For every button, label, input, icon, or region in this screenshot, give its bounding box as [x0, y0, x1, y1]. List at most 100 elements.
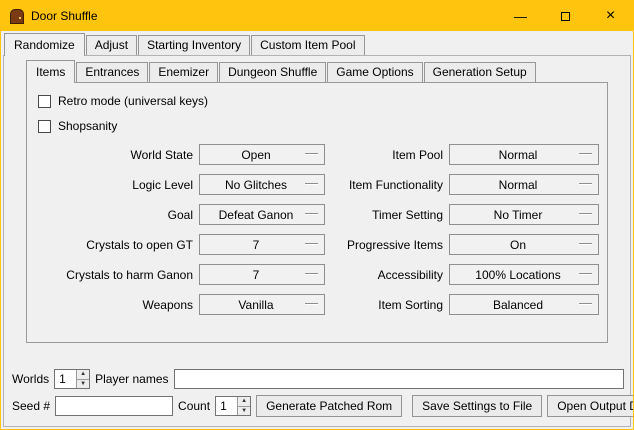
titlebar: Door Shuffle — ×	[1, 1, 633, 31]
player-names-input[interactable]	[174, 369, 625, 389]
worlds-label: Worlds	[12, 372, 49, 386]
seed-row: Seed # Count 1 ▲ ▼ Generate Patched Rom …	[12, 395, 624, 417]
item-sorting-dropdown[interactable]: Balanced	[449, 294, 599, 315]
door-knob-icon	[19, 17, 21, 19]
minimize-icon: —	[514, 9, 527, 24]
dropdown-indicator-icon	[579, 273, 592, 275]
item-pool-dropdown[interactable]: Normal	[449, 144, 599, 165]
crystals-ganon-label: Crystals to harm Ganon	[61, 268, 193, 282]
count-value: 1	[216, 397, 237, 415]
maximize-icon	[561, 12, 570, 21]
seed-label: Seed #	[12, 399, 50, 413]
worlds-value: 1	[55, 370, 76, 388]
worlds-stepper-buttons: ▲ ▼	[76, 370, 89, 388]
worlds-row: Worlds 1 ▲ ▼ Player names	[12, 369, 624, 389]
maximize-button[interactable]	[543, 1, 588, 31]
checkbox-icon	[38, 120, 51, 133]
crystals-ganon-dropdown[interactable]: 7	[199, 264, 325, 285]
tab-custom-item-pool[interactable]: Custom Item Pool	[251, 35, 364, 55]
timer-setting-value: No Timer	[494, 208, 543, 222]
worlds-stepper[interactable]: 1 ▲ ▼	[54, 369, 90, 389]
dropdown-indicator-icon	[579, 303, 592, 305]
inner-tab-bar: Items Entrances Enemizer Dungeon Shuffle…	[26, 60, 630, 82]
settings-grid: World State Open Item Pool Normal Logic …	[35, 144, 599, 315]
item-pool-label: Item Pool	[331, 148, 443, 162]
generate-patched-rom-button[interactable]: Generate Patched Rom	[256, 395, 402, 417]
open-output-directory-button[interactable]: Open Output Directory	[547, 395, 634, 417]
count-stepper[interactable]: 1 ▲ ▼	[215, 396, 251, 416]
dropdown-indicator-icon	[305, 213, 318, 215]
spin-up-icon[interactable]: ▲	[76, 370, 89, 380]
dropdown-indicator-icon	[579, 213, 592, 215]
count-label: Count	[178, 399, 210, 413]
tab-starting-inventory[interactable]: Starting Inventory	[138, 35, 250, 55]
item-functionality-label: Item Functionality	[331, 178, 443, 192]
checkbox-icon	[38, 95, 51, 108]
tab-enemizer[interactable]: Enemizer	[149, 62, 218, 82]
spin-down-icon[interactable]: ▼	[76, 380, 89, 389]
outer-tab-bar: Randomize Adjust Starting Inventory Cust…	[1, 33, 633, 55]
progressive-items-value: On	[510, 238, 526, 252]
item-functionality-value: Normal	[499, 178, 538, 192]
accessibility-label: Accessibility	[331, 268, 443, 282]
close-button[interactable]: ×	[588, 1, 633, 31]
minimize-button[interactable]: —	[498, 1, 543, 31]
goal-dropdown[interactable]: Defeat Ganon	[199, 204, 325, 225]
tab-game-options[interactable]: Game Options	[327, 62, 422, 82]
spin-up-icon[interactable]: ▲	[237, 397, 250, 407]
progressive-items-dropdown[interactable]: On	[449, 234, 599, 255]
tab-entrances[interactable]: Entrances	[76, 62, 148, 82]
retro-mode-checkbox[interactable]: Retro mode (universal keys)	[38, 94, 599, 108]
crystals-gt-value: 7	[253, 238, 260, 252]
tab-items[interactable]: Items	[26, 60, 75, 83]
shopsanity-checkbox[interactable]: Shopsanity	[38, 119, 599, 133]
logic-level-dropdown[interactable]: No Glitches	[199, 174, 325, 195]
dropdown-indicator-icon	[305, 183, 318, 185]
tab-randomize[interactable]: Randomize	[4, 33, 85, 56]
retro-mode-label: Retro mode (universal keys)	[58, 94, 208, 108]
bottom-controls: Worlds 1 ▲ ▼ Player names Seed # Count 1	[4, 369, 630, 426]
close-icon: ×	[606, 8, 615, 24]
timer-setting-dropdown[interactable]: No Timer	[449, 204, 599, 225]
dropdown-indicator-icon	[305, 303, 318, 305]
crystals-gt-dropdown[interactable]: 7	[199, 234, 325, 255]
progressive-items-label: Progressive Items	[331, 238, 443, 252]
seed-input[interactable]	[55, 396, 173, 416]
logic-level-value: No Glitches	[225, 178, 287, 192]
spin-down-icon[interactable]: ▼	[237, 407, 250, 416]
weapons-dropdown[interactable]: Vanilla	[199, 294, 325, 315]
crystals-gt-label: Crystals to open GT	[61, 238, 193, 252]
tab-dungeon-shuffle[interactable]: Dungeon Shuffle	[219, 62, 326, 82]
tab-generation-setup[interactable]: Generation Setup	[424, 62, 536, 82]
dropdown-indicator-icon	[305, 273, 318, 275]
world-state-value: Open	[241, 148, 270, 162]
item-functionality-dropdown[interactable]: Normal	[449, 174, 599, 195]
dropdown-indicator-icon	[305, 243, 318, 245]
dropdown-indicator-icon	[305, 153, 318, 155]
items-tab-pane: Retro mode (universal keys) Shopsanity W…	[26, 82, 608, 343]
weapons-value: Vanilla	[238, 298, 273, 312]
count-stepper-buttons: ▲ ▼	[237, 397, 250, 415]
dropdown-indicator-icon	[579, 153, 592, 155]
goal-label: Goal	[61, 208, 193, 222]
item-sorting-label: Item Sorting	[331, 298, 443, 312]
tab-adjust[interactable]: Adjust	[86, 35, 137, 55]
item-sorting-value: Balanced	[493, 298, 543, 312]
window-title: Door Shuffle	[31, 9, 98, 23]
accessibility-dropdown[interactable]: 100% Locations	[449, 264, 599, 285]
save-settings-button[interactable]: Save Settings to File	[412, 395, 542, 417]
accessibility-value: 100% Locations	[475, 268, 560, 282]
dropdown-indicator-icon	[579, 183, 592, 185]
world-state-label: World State	[61, 148, 193, 162]
shopsanity-label: Shopsanity	[58, 119, 117, 133]
timer-setting-label: Timer Setting	[331, 208, 443, 222]
app-icon	[10, 9, 24, 24]
player-names-label: Player names	[95, 372, 168, 386]
goal-value: Defeat Ganon	[219, 208, 294, 222]
world-state-dropdown[interactable]: Open	[199, 144, 325, 165]
logic-level-label: Logic Level	[61, 178, 193, 192]
randomize-tab-pane: Items Entrances Enemizer Dungeon Shuffle…	[3, 55, 631, 427]
dropdown-indicator-icon	[579, 243, 592, 245]
weapons-label: Weapons	[61, 298, 193, 312]
item-pool-value: Normal	[499, 148, 538, 162]
